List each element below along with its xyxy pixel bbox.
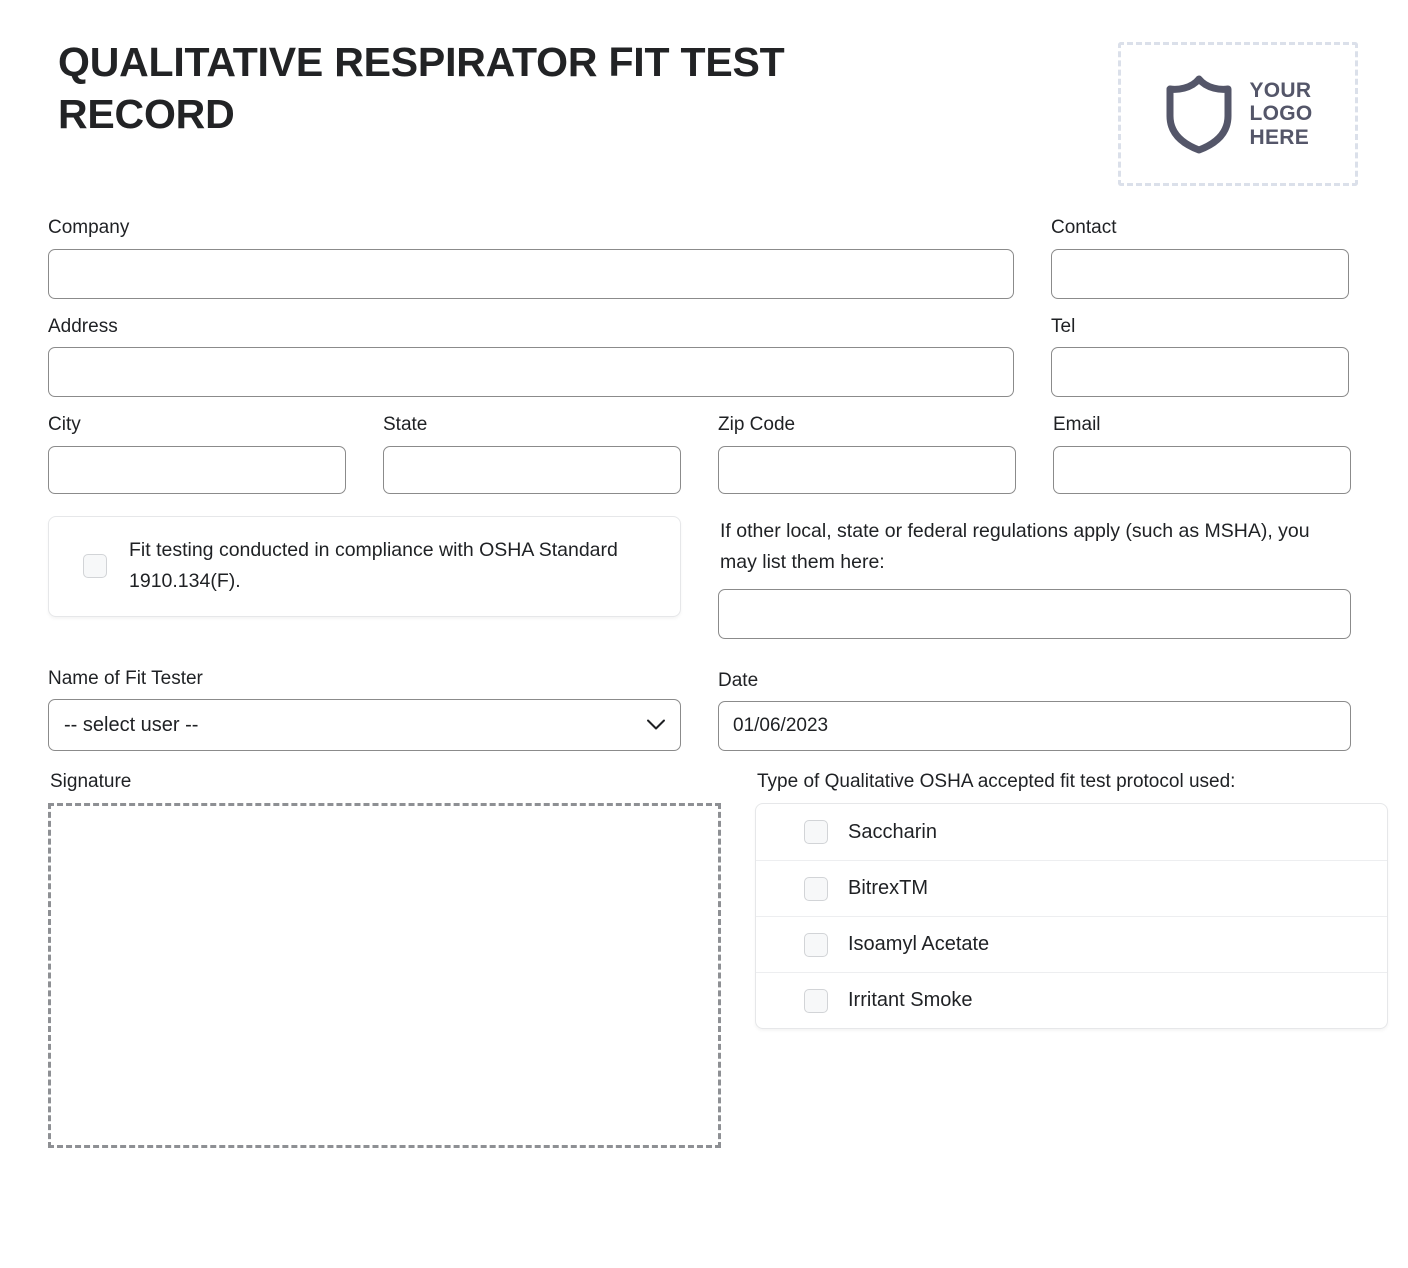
list-item[interactable]: Isoamyl Acetate bbox=[756, 916, 1387, 972]
row-tester-date: Name of Fit Tester -- select user -- Dat… bbox=[48, 665, 1360, 752]
other-regulations-input[interactable] bbox=[718, 588, 1351, 639]
contact-label: Contact bbox=[1051, 217, 1117, 238]
row-city-state-zip-email: City State Zip Code Email bbox=[48, 411, 1360, 494]
document-header: QUALITATIVE RESPIRATOR FIT TEST RECORD Y… bbox=[48, 0, 1360, 186]
protocol-checkbox-saccharin[interactable] bbox=[804, 820, 828, 845]
list-item[interactable]: Irritant Smoke bbox=[756, 972, 1387, 1028]
osha-compliance-text: Fit testing conducted in compliance with… bbox=[129, 538, 618, 593]
email-label: Email bbox=[1053, 414, 1101, 436]
field-city: City bbox=[48, 411, 346, 494]
osha-compliance-card[interactable]: Fit testing conducted in compliance with… bbox=[48, 515, 681, 617]
protocol-checkbox-irritant-smoke[interactable] bbox=[804, 988, 828, 1013]
list-item[interactable]: BitrexTM bbox=[756, 860, 1387, 916]
state-label: State bbox=[383, 414, 428, 436]
signature-pad[interactable] bbox=[48, 803, 721, 1149]
logo-text: YOUR LOGO HERE bbox=[1249, 79, 1312, 150]
field-tel: Tel bbox=[1051, 313, 1349, 398]
fit-tester-select-wrapper: -- select user -- bbox=[48, 699, 681, 752]
field-company: Company bbox=[48, 214, 1014, 299]
other-regulations-label: If other local, state or federal regulat… bbox=[720, 519, 1310, 574]
protocol-checkbox-bitrex[interactable] bbox=[804, 876, 828, 901]
logo-line-1: YOUR bbox=[1249, 78, 1312, 102]
row-address-tel: Address Tel bbox=[48, 313, 1360, 398]
protocol-list: Saccharin BitrexTM Isoamyl Acetate Irrit… bbox=[755, 803, 1388, 1030]
field-protocol: Type of Qualitative OSHA accepted fit te… bbox=[755, 771, 1388, 1148]
logo-line-2: LOGO bbox=[1249, 102, 1313, 126]
field-state: State bbox=[383, 411, 681, 494]
osha-compliance-checkbox[interactable] bbox=[83, 554, 107, 579]
address-label: Address bbox=[48, 315, 118, 337]
date-label: Date bbox=[718, 669, 759, 691]
address-input[interactable] bbox=[48, 347, 1014, 398]
protocol-item-label: Saccharin bbox=[848, 820, 937, 843]
email-input[interactable] bbox=[1053, 445, 1351, 494]
protocol-item-label: Irritant Smoke bbox=[848, 989, 973, 1012]
tel-label: Tel bbox=[1051, 315, 1076, 337]
row-signature-protocol: Signature Type of Qualitative OSHA accep… bbox=[48, 771, 1388, 1149]
field-address: Address bbox=[48, 313, 1014, 398]
row-company-contact: Company Contact bbox=[48, 214, 1360, 299]
city-input[interactable] bbox=[48, 445, 346, 494]
protocol-label: Type of Qualitative OSHA accepted fit te… bbox=[757, 771, 1236, 793]
date-input[interactable] bbox=[718, 701, 1351, 752]
field-contact: Contact bbox=[1051, 214, 1349, 299]
form-body: Company Contact Address Tel City State Z… bbox=[48, 214, 1388, 1149]
field-fit-tester: Name of Fit Tester -- select user -- bbox=[48, 665, 681, 752]
protocol-item-label: Isoamyl Acetate bbox=[848, 933, 990, 956]
fit-test-record-page: QUALITATIVE RESPIRATOR FIT TEST RECORD Y… bbox=[0, 0, 1408, 1149]
company-input[interactable] bbox=[48, 248, 1014, 299]
tel-input[interactable] bbox=[1051, 347, 1349, 398]
signature-label: Signature bbox=[50, 771, 132, 793]
field-zip: Zip Code bbox=[718, 411, 1016, 494]
field-other-regulations: If other local, state or federal regulat… bbox=[718, 516, 1351, 639]
list-item[interactable]: Saccharin bbox=[756, 804, 1387, 860]
logo-line-3: HERE bbox=[1249, 125, 1310, 149]
zip-input[interactable] bbox=[718, 445, 1016, 494]
city-label: City bbox=[48, 414, 81, 436]
row-compliance-regulations: Fit testing conducted in compliance with… bbox=[48, 515, 1360, 639]
field-signature: Signature bbox=[48, 771, 721, 1149]
contact-input[interactable] bbox=[1051, 248, 1349, 299]
protocol-checkbox-isoamyl-acetate[interactable] bbox=[804, 932, 828, 957]
field-email: Email bbox=[1053, 411, 1351, 494]
shield-icon bbox=[1166, 75, 1232, 154]
fit-tester-select[interactable]: -- select user -- bbox=[48, 699, 681, 752]
state-input[interactable] bbox=[383, 445, 681, 494]
zip-label: Zip Code bbox=[718, 414, 796, 436]
page-title: QUALITATIVE RESPIRATOR FIT TEST RECORD bbox=[58, 39, 785, 138]
protocol-item-label: BitrexTM bbox=[848, 877, 928, 900]
logo-placeholder: YOUR LOGO HERE bbox=[1118, 42, 1358, 186]
company-label: Company bbox=[48, 217, 130, 238]
fit-tester-label: Name of Fit Tester bbox=[48, 667, 203, 689]
field-date: Date bbox=[718, 667, 1351, 752]
